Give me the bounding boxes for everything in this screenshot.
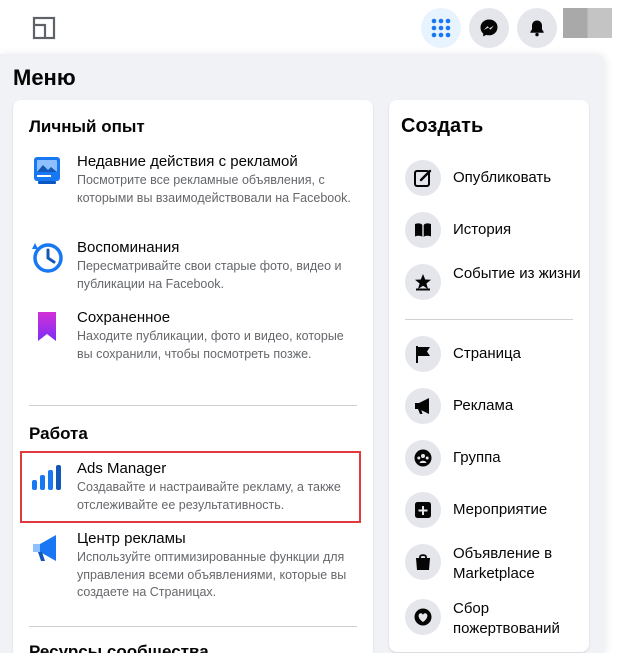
top-bar — [0, 0, 626, 54]
divider — [29, 626, 357, 627]
memories-title: Воспоминания — [77, 239, 180, 256]
ad-center-desc: Используйте оптимизированные функции для… — [77, 550, 347, 599]
menu-grid-button[interactable] — [421, 8, 461, 48]
create-life-event-label: Событие из жизни — [453, 265, 581, 282]
recent-ads-desc: Посмотрите все рекламные объявления, с к… — [77, 173, 351, 205]
compose-icon — [405, 160, 441, 196]
section-title-work: Работа — [29, 424, 88, 443]
section-title-personal: Личный опыт — [29, 117, 145, 136]
event-plus-icon — [405, 492, 441, 528]
memories-clock-icon — [29, 239, 65, 275]
create-story-label: История — [453, 221, 512, 238]
messenger-icon — [480, 19, 498, 37]
create-post-label: Опубликовать — [453, 169, 552, 186]
create-ad-label: Реклама — [453, 397, 514, 414]
group-icon — [405, 440, 441, 476]
bell-icon — [530, 20, 544, 37]
shopping-bag-icon — [405, 544, 441, 580]
heart-icon — [405, 599, 441, 635]
create-event-label: Мероприятие — [453, 501, 548, 518]
highlight-box — [20, 451, 361, 523]
recent-ads-icon — [29, 153, 65, 189]
app-logo-icon[interactable] — [30, 14, 58, 42]
create-title: Создать — [401, 115, 484, 137]
create-page-label: Страница — [453, 345, 521, 362]
menu-title: Меню — [13, 65, 76, 90]
notifications-button[interactable] — [517, 8, 557, 48]
profile-avatar[interactable] — [563, 8, 612, 38]
recent-ads-title: Недавние действия с рекламой — [77, 153, 298, 170]
section-title-community: Ресурсы сообщества — [29, 642, 209, 653]
divider — [29, 405, 357, 406]
divider — [405, 319, 573, 320]
saved-desc: Находите публикации, фото и видео, котор… — [77, 329, 344, 361]
book-icon — [405, 212, 441, 248]
star-icon — [405, 264, 441, 300]
megaphone-icon — [405, 388, 441, 424]
flag-icon — [405, 336, 441, 372]
saved-title: Сохраненное — [77, 309, 171, 326]
grid-dots-icon — [431, 18, 451, 38]
ad-center-title: Центр рекламы — [77, 530, 186, 547]
saved-bookmark-icon — [29, 309, 65, 345]
create-marketplace-label: Объявление в Marketplace — [453, 545, 553, 582]
messenger-button[interactable] — [469, 8, 509, 48]
memories-desc: Пересматривайте свои старые фото, видео … — [77, 259, 342, 291]
megaphone-icon — [29, 530, 65, 566]
create-fundraiser-label: Сбор пожертвований — [453, 600, 560, 637]
create-group-label: Группа — [453, 449, 501, 466]
